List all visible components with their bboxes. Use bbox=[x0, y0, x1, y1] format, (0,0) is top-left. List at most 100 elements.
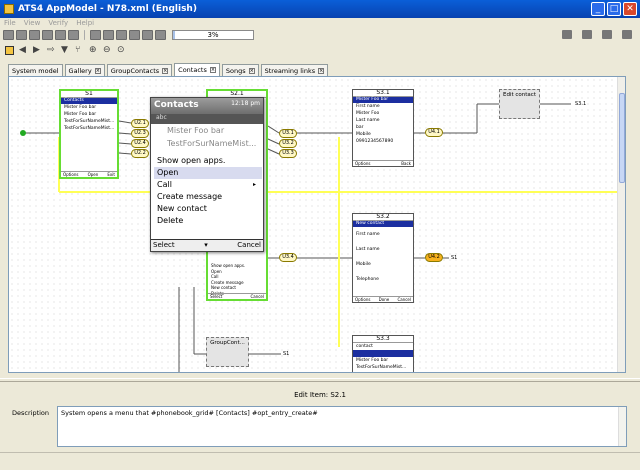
menu-item-show-open-apps[interactable]: Show open apps. bbox=[154, 155, 262, 167]
list-item: TestForSurNameMist... bbox=[64, 126, 115, 131]
transition-u3-2[interactable]: U3.2 bbox=[279, 139, 297, 148]
start-node[interactable] bbox=[20, 130, 26, 136]
menu-view[interactable]: View bbox=[24, 19, 41, 27]
screen-s3-3[interactable]: S3.3 contact Mister Foo bar TestForSurNa… bbox=[352, 335, 414, 372]
tab-label: Gallery bbox=[68, 66, 92, 75]
scrollbar-thumb[interactable] bbox=[619, 93, 625, 183]
transition-u4-1[interactable]: U4.1 bbox=[425, 128, 443, 137]
list-item: contact bbox=[356, 344, 373, 349]
menu-item-call[interactable]: Call ▸ bbox=[154, 179, 262, 191]
layout-icon-4[interactable] bbox=[622, 30, 632, 39]
open-folder-icon[interactable] bbox=[16, 30, 27, 40]
stop-icon[interactable] bbox=[116, 30, 127, 40]
edit-contact-node[interactable]: Edit contact bbox=[499, 89, 540, 119]
tab-groupcontacts[interactable]: GroupContacts × bbox=[106, 64, 173, 76]
transition-u3-3[interactable]: U3.3 bbox=[279, 149, 297, 158]
phone-screen-preview: Contacts 12:18 pm abc Mister Foo bar Test… bbox=[150, 97, 264, 252]
menu-item-open[interactable]: Open bbox=[154, 167, 262, 179]
field-label: Last name bbox=[356, 247, 380, 252]
screen-s1[interactable]: S1 Contacts Mister Foo bar Mister Foo ba… bbox=[59, 89, 119, 179]
menu-file[interactable]: File bbox=[4, 19, 16, 27]
settings-icon[interactable] bbox=[55, 30, 66, 40]
preview-title: Contacts bbox=[154, 100, 199, 110]
window-titlebar: ATS4 AppModel - N78.xml (English) bbox=[0, 0, 640, 18]
softkeys: Options Back bbox=[353, 160, 413, 166]
list-item: TestForSurNameMist... bbox=[64, 119, 115, 124]
screen-name: S3.3 bbox=[353, 336, 413, 343]
layout-icon-3[interactable] bbox=[602, 30, 612, 39]
forward-icon[interactable] bbox=[142, 30, 153, 40]
menu-item-label: Call bbox=[157, 180, 172, 189]
menu-help[interactable]: Helpi bbox=[76, 19, 94, 27]
transition-u2-2[interactable]: U2.2 bbox=[131, 149, 149, 158]
menu-verify[interactable]: Verify bbox=[48, 19, 68, 27]
filter-icon[interactable]: ▼ bbox=[61, 45, 70, 55]
transition-u2-4[interactable]: U2.4 bbox=[131, 139, 149, 148]
tab-system-model[interactable]: System model bbox=[8, 64, 63, 76]
screen-s3-1[interactable]: S3.1 Mister Foo bar First name Mister Fo… bbox=[352, 89, 414, 167]
close-button[interactable]: ✕ bbox=[623, 2, 637, 16]
binoculars-icon[interactable] bbox=[68, 30, 79, 40]
rewind-icon[interactable] bbox=[103, 30, 114, 40]
menu-item-delete[interactable]: Delete bbox=[154, 215, 262, 227]
maximize-button[interactable]: □ bbox=[607, 2, 621, 16]
softkey-center-icon: ▾ bbox=[204, 241, 208, 249]
tab-close-icon[interactable]: × bbox=[162, 67, 169, 74]
groupcont-node[interactable]: GroupCont... bbox=[206, 337, 249, 367]
contact-item: TestForSurNameMist... bbox=[167, 139, 257, 148]
play-icon[interactable] bbox=[129, 30, 140, 40]
transition-u3-1[interactable]: U3.1 bbox=[279, 129, 297, 138]
softkey-right: Cancel bbox=[397, 297, 411, 302]
preview-time: 12:18 pm bbox=[231, 100, 260, 107]
transition-u2-3[interactable]: U2.3 bbox=[131, 129, 149, 138]
tab-close-icon[interactable]: × bbox=[318, 67, 325, 74]
transition-u2-1[interactable]: U2.1 bbox=[131, 119, 149, 128]
tab-gallery[interactable]: Gallery × bbox=[64, 64, 105, 76]
pane-splitter[interactable] bbox=[0, 378, 640, 382]
window-controls: _ □ ✕ bbox=[591, 2, 637, 16]
screen-s3-2[interactable]: S3.2 New contact First name Last name Mo… bbox=[352, 213, 414, 303]
layout-icon-2[interactable] bbox=[582, 30, 592, 39]
submenu-arrow-icon: ▸ bbox=[252, 181, 256, 188]
softkey-mid: Open bbox=[87, 172, 99, 177]
tab-close-icon[interactable]: × bbox=[248, 67, 255, 74]
split-icon[interactable]: ⑂ bbox=[75, 45, 84, 55]
tab-streaming-links[interactable]: Streaming links × bbox=[260, 64, 329, 76]
softkeys: Select Cancel bbox=[208, 293, 266, 299]
back-icon[interactable]: ◀ bbox=[19, 45, 28, 55]
canvas-vertical-scrollbar[interactable] bbox=[617, 77, 625, 372]
softkey-right: Exit bbox=[107, 172, 115, 177]
minimize-button[interactable]: _ bbox=[591, 2, 605, 16]
select-icon[interactable] bbox=[5, 45, 14, 55]
screen-menu: Show open apps. Open Call Create message… bbox=[211, 263, 245, 296]
last-icon[interactable] bbox=[155, 30, 166, 40]
softkey-select[interactable]: Select bbox=[153, 240, 175, 251]
softkey-cancel[interactable]: Cancel bbox=[237, 240, 261, 251]
description-text: System opens a menu that #phonebook_grid… bbox=[61, 409, 318, 417]
tab-label: GroupContacts bbox=[110, 66, 160, 75]
forward-nav-icon[interactable]: ▶ bbox=[33, 45, 42, 55]
menu-item-create-message[interactable]: Create message bbox=[154, 191, 262, 203]
description-field[interactable]: System opens a menu that #phonebook_grid… bbox=[57, 406, 627, 447]
save-icon[interactable] bbox=[29, 30, 40, 40]
list-item: TestForSurNameMist... bbox=[356, 365, 407, 370]
zoom-out-icon[interactable]: ⊖ bbox=[103, 45, 112, 55]
tab-close-icon[interactable]: × bbox=[94, 67, 101, 74]
new-file-icon[interactable] bbox=[3, 30, 14, 40]
menu-item-new-contact[interactable]: New contact bbox=[154, 203, 262, 215]
zoom-fit-icon[interactable]: ⊙ bbox=[117, 45, 126, 55]
model-canvas[interactable]: S1 Contacts Mister Foo bar Mister Foo ba… bbox=[8, 76, 626, 373]
transition-u3-4[interactable]: U3.4 bbox=[279, 253, 297, 262]
field-label: Mobile bbox=[356, 262, 371, 267]
description-scrollbar[interactable] bbox=[618, 407, 626, 446]
transition-u4-2[interactable]: U4.2 bbox=[425, 253, 443, 262]
menu-item-label: Create message bbox=[157, 192, 223, 201]
layout-icon-1[interactable] bbox=[562, 30, 572, 39]
first-icon[interactable] bbox=[90, 30, 101, 40]
tab-contacts[interactable]: Contacts × bbox=[174, 63, 220, 76]
tab-songs[interactable]: Songs × bbox=[221, 64, 259, 76]
tab-close-icon[interactable]: × bbox=[209, 67, 216, 73]
export-icon[interactable] bbox=[42, 30, 53, 40]
zoom-in-icon[interactable]: ⊕ bbox=[89, 45, 98, 55]
link-icon[interactable]: ⇨ bbox=[47, 45, 56, 55]
